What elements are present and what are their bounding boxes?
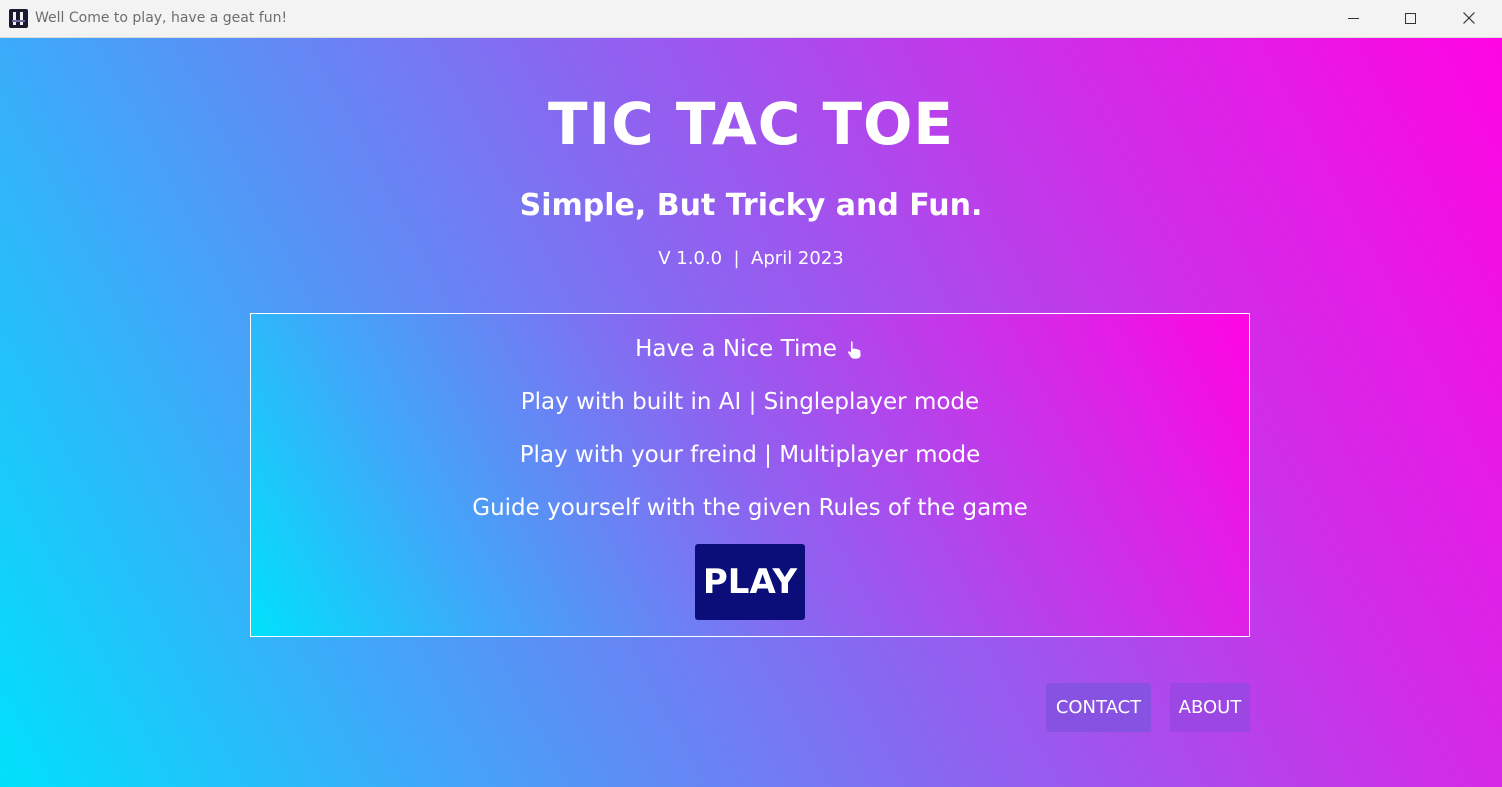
minimize-button[interactable] bbox=[1325, 0, 1383, 37]
app-window: Well Come to play, have a geat fun! TIC … bbox=[0, 0, 1502, 787]
main-content: TIC TAC TOE Simple, But Tricky and Fun. … bbox=[0, 38, 1502, 787]
about-button[interactable]: ABOUT bbox=[1170, 683, 1250, 732]
title-bar: Well Come to play, have a geat fun! bbox=[0, 0, 1502, 38]
play-button[interactable]: PLAY bbox=[695, 544, 805, 620]
close-icon bbox=[1463, 12, 1475, 24]
version-info: V 1.0.0 | April 2023 bbox=[658, 248, 844, 269]
pointing-hand-icon bbox=[847, 340, 861, 359]
maximize-icon bbox=[1405, 13, 1416, 24]
singleplayer-line: Play with built in AI | Singleplayer mod… bbox=[520, 389, 980, 415]
game-subtitle: Simple, But Tricky and Fun. bbox=[519, 188, 983, 223]
minimize-icon bbox=[1348, 18, 1359, 19]
nice-time-line: Have a Nice Time bbox=[251, 336, 1249, 362]
app-logo-icon bbox=[9, 9, 28, 28]
game-title: TIC TAC TOE bbox=[547, 90, 955, 158]
maximize-button[interactable] bbox=[1382, 0, 1440, 37]
nice-time-text: Have a Nice Time bbox=[635, 336, 837, 362]
multiplayer-line: Play with your freind | Multiplayer mode bbox=[519, 442, 981, 468]
close-button[interactable] bbox=[1440, 0, 1498, 37]
contact-button[interactable]: CONTACT bbox=[1046, 683, 1151, 732]
info-panel: Have a Nice Time Play with built in AI |… bbox=[250, 313, 1250, 637]
window-title: Well Come to play, have a geat fun! bbox=[35, 10, 288, 26]
rules-line: Guide yourself with the given Rules of t… bbox=[472, 495, 1028, 521]
